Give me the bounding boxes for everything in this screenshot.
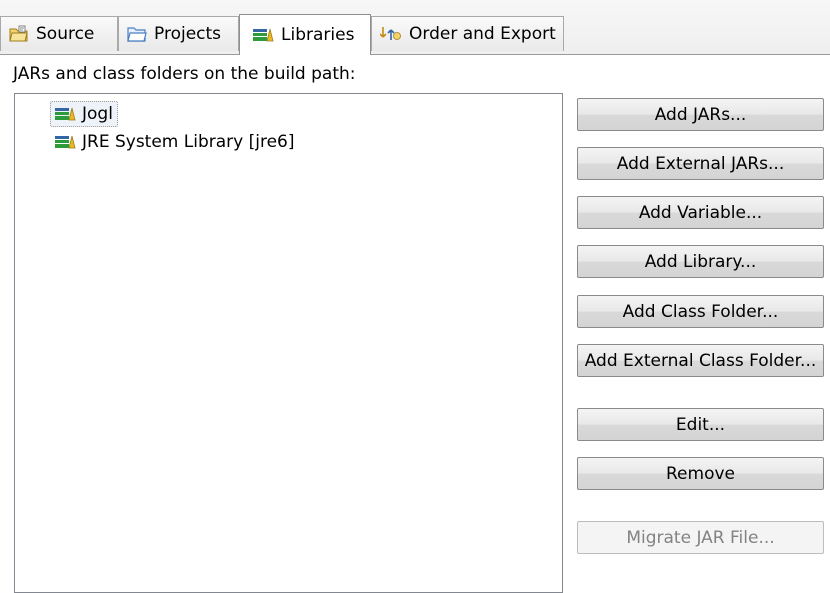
library-books-icon xyxy=(54,106,76,122)
tab-order-export-label: Order and Export xyxy=(409,24,556,44)
add-library-button[interactable]: Add Library... xyxy=(577,245,824,278)
edit-button[interactable]: Edit... xyxy=(577,408,824,441)
library-books-icon xyxy=(54,134,76,150)
tab-projects[interactable]: Projects xyxy=(118,16,239,51)
order-export-icon xyxy=(379,25,402,43)
tree-item-jogl[interactable]: Jogl xyxy=(50,101,118,127)
tab-libraries-label: Libraries xyxy=(281,25,355,45)
tab-projects-label: Projects xyxy=(154,24,222,44)
add-jars-button[interactable]: Add JARs... xyxy=(577,98,824,131)
migrate-jar-file-button: Migrate JAR File... xyxy=(577,521,824,554)
tab-bar: Source Projects Libraries Order and Expo… xyxy=(0,0,830,55)
library-books-icon xyxy=(252,27,274,43)
tab-libraries[interactable]: Libraries xyxy=(239,14,371,55)
add-class-folder-button[interactable]: Add Class Folder... xyxy=(577,295,824,328)
tree-item-label: Jogl xyxy=(82,104,113,124)
add-variable-button[interactable]: Add Variable... xyxy=(577,196,824,229)
build-path-tree[interactable]: Jogl JRE System Library [jre6] xyxy=(14,93,563,593)
add-external-class-folder-button[interactable]: Add External Class Folder... xyxy=(577,344,824,377)
tree-item-jre-system-library[interactable]: JRE System Library [jre6] xyxy=(54,129,295,155)
tab-order-export[interactable]: Order and Export xyxy=(371,16,564,51)
projects-folder-icon xyxy=(127,25,147,43)
build-path-heading: JARs and class folders on the build path… xyxy=(13,64,356,84)
add-external-jars-button[interactable]: Add External JARs... xyxy=(577,147,824,180)
tab-source[interactable]: Source xyxy=(0,16,118,51)
tab-divider xyxy=(0,54,830,55)
tree-item-label: JRE System Library [jre6] xyxy=(82,132,295,152)
remove-button[interactable]: Remove xyxy=(577,457,824,490)
tab-source-label: Source xyxy=(36,24,95,44)
source-folder-icon xyxy=(9,25,29,43)
